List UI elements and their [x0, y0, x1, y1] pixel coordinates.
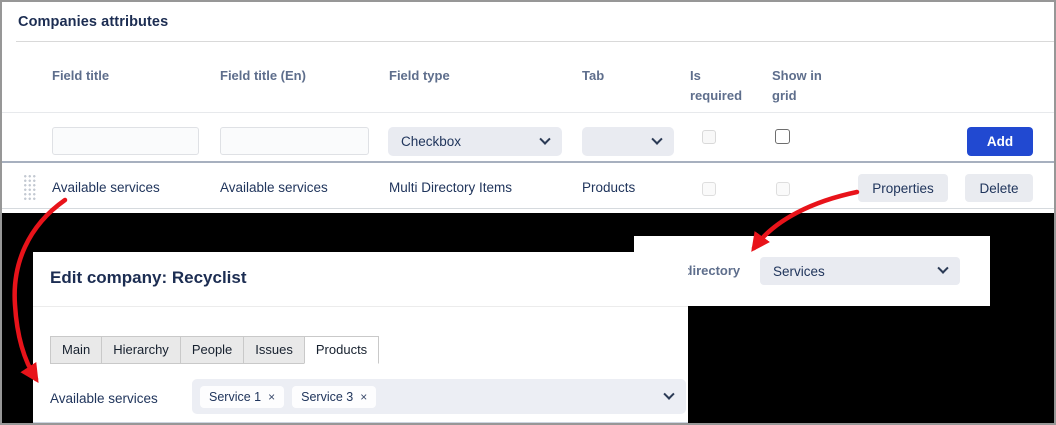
edit-company-panel: Edit company: Recyclist Main Hierarchy P…: [33, 252, 688, 425]
chevron-down-icon: [663, 388, 674, 399]
column-header-is-required: Is required: [690, 66, 752, 106]
available-services-label: Available services: [50, 391, 158, 406]
screenshot-frame: Companies attributes Field title Field t…: [0, 0, 1056, 425]
tab-issues[interactable]: Issues: [243, 336, 305, 364]
show-in-grid-checkbox[interactable]: [775, 129, 790, 144]
remove-chip-icon[interactable]: ×: [360, 391, 367, 403]
field-type-selected-value: Checkbox: [401, 134, 461, 149]
delete-button[interactable]: Delete: [965, 174, 1033, 202]
divider: [33, 306, 688, 307]
column-header-tab: Tab: [582, 66, 604, 86]
column-header-field-title: Field title: [52, 66, 109, 86]
field-title-en-input[interactable]: [220, 127, 369, 155]
user-directory-select[interactable]: Services: [760, 257, 960, 285]
chevron-down-icon: [937, 263, 948, 274]
tab-products[interactable]: Products: [304, 336, 379, 364]
row-is-required-checkbox[interactable]: [702, 182, 716, 196]
chip-service-3: Service 3 ×: [292, 386, 376, 408]
edit-company-tabs: Main Hierarchy People Issues Products: [50, 336, 378, 364]
divider: [2, 161, 1054, 163]
chip-label: Service 1: [209, 390, 261, 404]
row-field-title-en: Available services: [220, 180, 328, 195]
is-required-checkbox[interactable]: [702, 130, 716, 144]
tab-people[interactable]: People: [180, 336, 244, 364]
column-header-field-type: Field type: [389, 66, 450, 86]
edit-company-title: Edit company: Recyclist: [50, 268, 247, 288]
row-tab: Products: [582, 180, 635, 195]
chip-service-1: Service 1 ×: [200, 386, 284, 408]
remove-chip-icon[interactable]: ×: [268, 391, 275, 403]
user-directory-selected-value: Services: [773, 264, 825, 279]
column-header-field-title-en: Field title (En): [220, 66, 306, 86]
chevron-down-icon: [539, 133, 550, 144]
tab-hierarchy[interactable]: Hierarchy: [101, 336, 181, 364]
chip-label: Service 3: [301, 390, 353, 404]
companies-attributes-table: Companies attributes Field title Field t…: [2, 2, 1054, 213]
column-header-show-in-grid: Show in grid: [772, 66, 834, 106]
add-button[interactable]: Add: [967, 127, 1033, 156]
field-title-input[interactable]: [52, 127, 199, 155]
field-type-select[interactable]: Checkbox: [388, 127, 562, 156]
row-field-type: Multi Directory Items: [389, 180, 512, 195]
tab-select[interactable]: [582, 127, 674, 156]
divider: [16, 41, 1054, 42]
row-show-in-grid-checkbox[interactable]: [776, 182, 790, 196]
drag-handle-icon[interactable]: [22, 173, 36, 201]
table-title: Companies attributes: [18, 14, 168, 30]
divider: [33, 422, 688, 423]
available-services-multiselect[interactable]: Service 1 × Service 3 ×: [192, 379, 686, 414]
properties-button[interactable]: Properties: [858, 174, 948, 202]
divider: [2, 112, 1054, 113]
divider: [2, 208, 1054, 209]
selected-chips: Service 1 × Service 3 ×: [200, 386, 665, 408]
row-field-title: Available services: [52, 180, 160, 195]
chevron-down-icon: [651, 133, 662, 144]
tab-main[interactable]: Main: [50, 336, 102, 364]
